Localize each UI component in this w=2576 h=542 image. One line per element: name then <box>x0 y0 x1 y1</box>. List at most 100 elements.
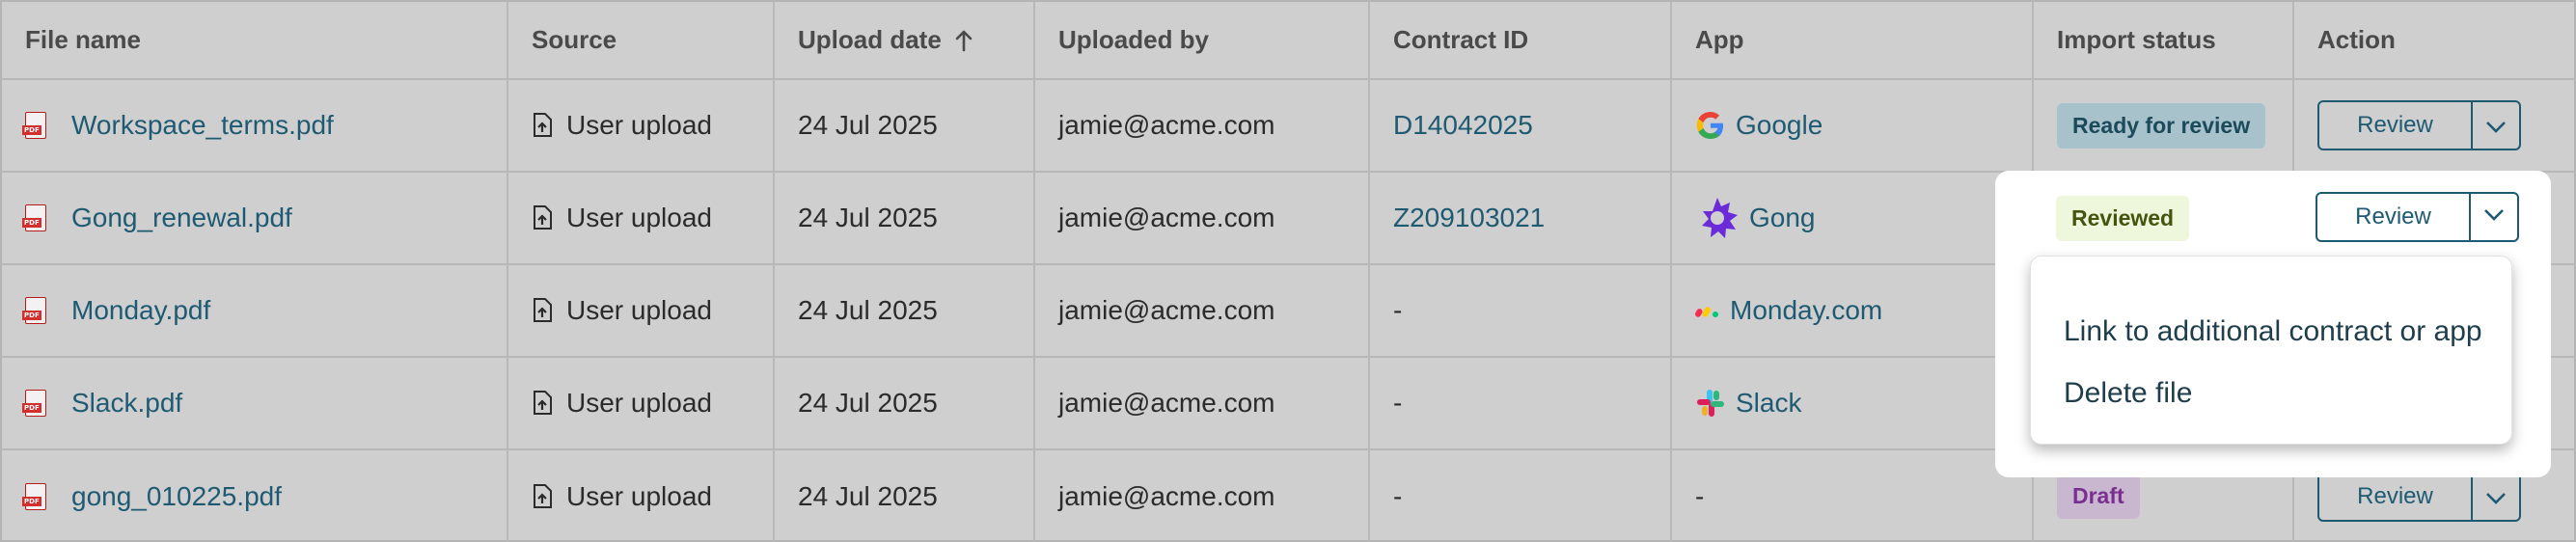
file-name-cell: gong_010225.pdf <box>2 450 508 542</box>
file-name-cell: Slack.pdf <box>2 358 508 450</box>
app-text: - <box>1695 480 1705 511</box>
file-name-link[interactable]: Workspace_terms.pdf <box>71 110 334 141</box>
menu-item-delete-file[interactable]: Delete file <box>2031 363 2511 424</box>
source-cell: User upload <box>508 80 775 173</box>
source-cell: User upload <box>508 265 775 358</box>
file-name-cell: Workspace_terms.pdf <box>2 80 508 173</box>
header-file-name[interactable]: File name <box>2 2 508 80</box>
upload-date-cell: 24 Jul 2025 <box>775 80 1035 173</box>
action-cell-active: Review <box>2316 192 2519 242</box>
uploaded-by-text: jamie@acme.com <box>1058 110 1275 140</box>
contract-id-cell: D14042025 <box>1370 80 1672 173</box>
review-button[interactable]: Review <box>2317 194 2471 240</box>
pdf-file-icon <box>22 482 46 510</box>
monday-icon <box>1695 303 1720 318</box>
slack-icon <box>1695 388 1726 419</box>
contract-id-link[interactable]: Z209103021 <box>1393 203 1545 233</box>
action-cell: Review <box>2294 80 2576 173</box>
review-split-button: Review <box>2317 100 2521 150</box>
source-text: User upload <box>566 203 712 232</box>
status-badge: Ready for review <box>2057 102 2266 149</box>
action-dropdown-button[interactable] <box>2473 102 2519 149</box>
app-link[interactable]: Gong <box>1749 203 1816 233</box>
app-cell: Gong <box>1672 173 2034 265</box>
header-import-status[interactable]: Import status <box>2034 2 2294 80</box>
upload-date-text: 24 Jul 2025 <box>798 203 938 232</box>
header-app[interactable]: App <box>1672 2 2034 80</box>
file-name-link[interactable]: Monday.pdf <box>71 295 210 326</box>
header-label: Source <box>532 25 617 54</box>
import-status-cell-active: Reviewed <box>2056 194 2190 242</box>
contract-id-cell: - <box>1370 265 1672 358</box>
header-contract-id[interactable]: Contract ID <box>1370 2 1672 80</box>
review-button[interactable]: Review <box>2319 102 2473 149</box>
action-dropdown-button[interactable] <box>2473 474 2519 520</box>
header-label: File name <box>25 25 141 54</box>
chevron-down-icon <box>2483 208 2505 227</box>
app-link[interactable]: Google <box>1736 110 1822 141</box>
file-name-link[interactable]: Slack.pdf <box>71 388 182 419</box>
app-link[interactable]: Slack <box>1736 388 1801 419</box>
uploaded-by-cell: jamie@acme.com <box>1035 173 1370 265</box>
gong-icon <box>1695 196 1740 240</box>
review-split-button: Review <box>2316 192 2519 242</box>
uploaded-by-cell: jamie@acme.com <box>1035 358 1370 450</box>
header-label: Import status <box>2057 25 2216 54</box>
header-label: Uploaded by <box>1058 25 1210 54</box>
pdf-file-icon <box>22 297 46 324</box>
uploaded-by-text: jamie@acme.com <box>1058 388 1275 418</box>
upload-icon <box>532 391 553 416</box>
app-cell: Slack <box>1672 358 2034 450</box>
menu-item-link-contract[interactable]: Link to additional contract or app <box>2031 301 2511 363</box>
upload-icon <box>532 298 553 323</box>
contract-id-text: - <box>1393 295 1403 325</box>
upload-date-cell: 24 Jul 2025 <box>775 450 1035 542</box>
file-name-cell: Monday.pdf <box>2 265 508 358</box>
review-button[interactable]: Review <box>2319 473 2473 520</box>
uploaded-by-text: jamie@acme.com <box>1058 203 1275 232</box>
chevron-down-icon <box>2485 110 2507 141</box>
google-icon <box>1695 110 1726 141</box>
header-label: Upload date <box>798 25 942 54</box>
source-text: User upload <box>566 480 712 511</box>
uploaded-by-cell: jamie@acme.com <box>1035 450 1370 542</box>
upload-date-text: 24 Jul 2025 <box>798 295 938 325</box>
header-uploaded-by[interactable]: Uploaded by <box>1035 2 1370 80</box>
uploaded-by-text: jamie@acme.com <box>1058 295 1275 325</box>
action-dropdown-button[interactable] <box>2471 194 2517 240</box>
contract-id-text: - <box>1393 388 1403 418</box>
app-link[interactable]: Monday.com <box>1730 295 1882 326</box>
header-action: Action <box>2294 2 2576 80</box>
action-dropdown-menu: Link to additional contract or app Delet… <box>2030 256 2512 445</box>
status-badge: Reviewed <box>2056 195 2190 241</box>
header-label: App <box>1695 25 1744 54</box>
upload-date-cell: 24 Jul 2025 <box>775 358 1035 450</box>
source-text: User upload <box>566 388 712 418</box>
pdf-file-icon <box>22 112 46 139</box>
source-text: User upload <box>566 110 712 140</box>
arrow-up-icon <box>955 29 973 52</box>
upload-date-text: 24 Jul 2025 <box>798 388 938 418</box>
upload-date-text: 24 Jul 2025 <box>798 480 938 511</box>
pdf-file-icon <box>22 204 46 231</box>
import-status-cell: Ready for review <box>2034 80 2294 173</box>
file-name-link[interactable]: gong_010225.pdf <box>71 481 282 512</box>
chevron-down-icon <box>2485 481 2507 512</box>
contract-id-cell: - <box>1370 450 1672 542</box>
upload-date-cell: 24 Jul 2025 <box>775 173 1035 265</box>
header-source[interactable]: Source <box>508 2 775 80</box>
upload-icon <box>532 483 553 509</box>
uploaded-by-cell: jamie@acme.com <box>1035 265 1370 358</box>
app-cell: Google <box>1672 80 2034 173</box>
status-badge: Draft <box>2057 474 2140 519</box>
source-cell: User upload <box>508 358 775 450</box>
uploaded-by-text: jamie@acme.com <box>1058 480 1275 511</box>
header-upload-date[interactable]: Upload date <box>775 2 1035 80</box>
source-text: User upload <box>566 295 712 325</box>
uploaded-by-cell: jamie@acme.com <box>1035 80 1370 173</box>
upload-icon <box>532 205 553 230</box>
contract-id-link[interactable]: D14042025 <box>1393 110 1533 141</box>
source-cell: User upload <box>508 173 775 265</box>
file-name-link[interactable]: Gong_renewal.pdf <box>71 203 292 233</box>
header-label: Contract ID <box>1393 25 1529 54</box>
